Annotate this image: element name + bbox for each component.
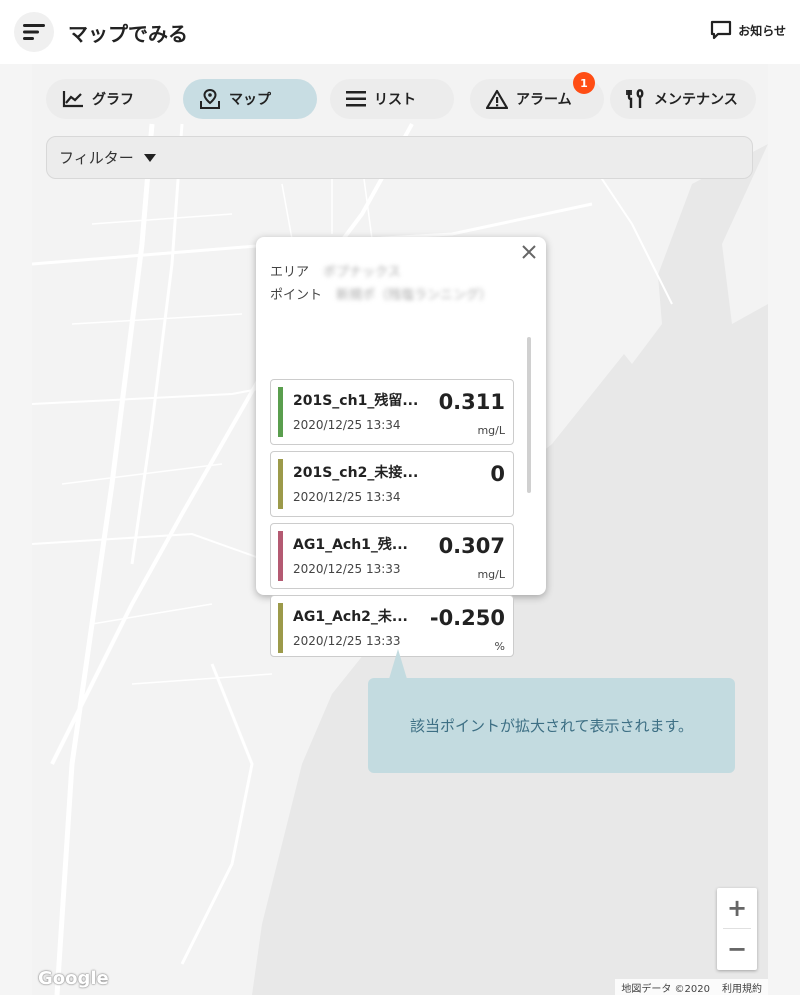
page-title: マップでみる	[68, 22, 188, 46]
tab-label: アラーム	[516, 92, 572, 108]
sensor-card[interactable]: AG1_Ach2_未... 2020/12/25 13:33 -0.250 %	[270, 595, 514, 657]
notice-button[interactable]: お知らせ	[710, 20, 786, 40]
sensor-value: -0.250	[429, 606, 505, 630]
status-bar	[278, 387, 283, 437]
area-label: エリア	[270, 265, 310, 280]
sensor-card[interactable]: 201S_ch2_未接... 2020/12/25 13:34 0	[270, 451, 514, 517]
sensor-name: AG1_Ach2_未...	[293, 609, 408, 625]
map-canvas[interactable]: グラフ マップ リスト アラーム メンテナンス 1 フィルター エリア ポプナッ…	[32, 64, 768, 995]
sensor-value: 0.311	[438, 390, 505, 414]
tab-label: グラフ	[92, 92, 134, 108]
zoom-out-button[interactable]: −	[717, 929, 757, 969]
app-header: マップでみる お知らせ	[0, 0, 800, 64]
tab-graph[interactable]: グラフ	[46, 79, 170, 119]
tab-maintenance[interactable]: メンテナンス	[610, 79, 756, 119]
area-row: エリア ポプナックス	[270, 261, 401, 280]
tab-list[interactable]: リスト	[330, 79, 454, 119]
tab-label: リスト	[374, 92, 416, 108]
point-value: 新規ポ（残塩ランニング）	[336, 288, 493, 303]
sensor-name: AG1_Ach1_残...	[293, 537, 408, 553]
close-icon	[522, 245, 536, 259]
google-logo: Google	[38, 968, 109, 989]
sensor-time: 2020/12/25 13:34	[293, 490, 401, 504]
sensor-time: 2020/12/25 13:33	[293, 562, 401, 576]
help-tooltip: 該当ポイントが拡大されて表示されます。	[368, 678, 735, 773]
warning-icon	[486, 89, 508, 109]
notice-label: お知らせ	[738, 23, 786, 38]
line-chart-icon	[62, 91, 83, 108]
caret-down-icon	[143, 153, 156, 162]
sensor-card[interactable]: AG1_Ach1_残... 2020/12/25 13:33 0.307 mg/…	[270, 523, 514, 589]
chat-icon	[711, 20, 732, 40]
filter-toggle[interactable]: フィルター	[46, 136, 753, 179]
list-icon	[346, 91, 366, 107]
sensor-time: 2020/12/25 13:34	[293, 418, 401, 432]
point-label: ポイント	[270, 288, 323, 303]
sensor-time: 2020/12/25 13:33	[293, 634, 401, 648]
popup-scrollbar[interactable]	[527, 337, 531, 493]
area-value: ポプナックス	[323, 265, 401, 280]
zoom-in-button[interactable]: +	[717, 888, 757, 928]
tab-map[interactable]: マップ	[183, 79, 317, 119]
status-bar	[278, 459, 283, 509]
map-pin-icon	[200, 89, 220, 109]
tooltip-arrow	[389, 649, 407, 679]
sensor-card[interactable]: 201S_ch1_残留... 2020/12/25 13:34 0.311 mg…	[270, 379, 514, 445]
map-attribution: 地図データ ©2020 利用規約	[615, 979, 768, 995]
close-button[interactable]	[518, 241, 540, 263]
tab-label: メンテナンス	[654, 92, 738, 108]
point-row: ポイント 新規ポ（残塩ランニング）	[270, 284, 492, 303]
tools-icon	[626, 89, 644, 108]
terms-link[interactable]: 利用規約	[722, 980, 762, 995]
sensor-unit: mg/L	[477, 568, 505, 581]
zoom-control: + −	[717, 888, 757, 970]
sensor-name: 201S_ch2_未接...	[293, 465, 419, 481]
map-data-credit: 地図データ ©2020	[621, 983, 710, 995]
status-bar	[278, 603, 283, 653]
menu-icon	[23, 24, 45, 40]
sensor-unit: mg/L	[477, 424, 505, 437]
filter-label: フィルター	[59, 149, 134, 167]
sensor-name: 201S_ch1_残留...	[293, 393, 419, 409]
sensor-value: 0.307	[438, 534, 505, 558]
alarm-count-badge: 1	[573, 72, 595, 94]
menu-button[interactable]	[14, 12, 54, 52]
tab-label: マップ	[229, 92, 271, 108]
sensor-value: 0	[490, 462, 505, 486]
sensor-unit: %	[494, 640, 505, 653]
point-info-popup: エリア ポプナックス ポイント 新規ポ（残塩ランニング） 201S_ch1_残留…	[256, 237, 546, 657]
status-bar	[278, 531, 283, 581]
